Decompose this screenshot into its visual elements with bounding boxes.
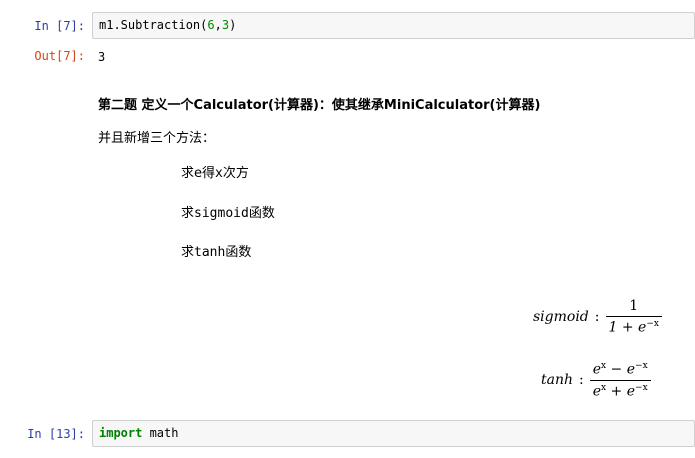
- method-item-tanh: 求tanh函数: [181, 241, 251, 260]
- code-cell-7[interactable]: m1.Subtraction(6,3): [92, 12, 695, 39]
- tanh-fraction: ex − e−x ex + e−x: [589, 361, 651, 400]
- den-base: e: [592, 383, 602, 400]
- den-text: 1 + e: [608, 319, 647, 336]
- method-text: 函数: [248, 206, 275, 221]
- formula-colon: :: [594, 308, 600, 325]
- code-text: ): [229, 18, 237, 32]
- den-operator: + e: [606, 383, 636, 400]
- method-code: x: [215, 166, 223, 181]
- num-operator: − e: [606, 361, 636, 378]
- code-text: ,: [214, 18, 222, 32]
- method-item-exp: 求e得x次方: [181, 162, 249, 181]
- markdown-intro: 并且新增三个方法：: [98, 131, 216, 146]
- markdown-heading: 第二题 定义一个Calculator(计算器)：使其继承MiniCalculat…: [98, 98, 541, 113]
- tanh-formula: tanh : ex − e−x ex + e−x: [541, 361, 651, 399]
- input-prompt-13: In [13]:: [27, 427, 85, 441]
- den-exponent: −x: [635, 382, 648, 393]
- output-prompt-7: Out[7]:: [34, 49, 85, 63]
- input-prompt-7: In [7]:: [34, 19, 85, 33]
- sigmoid-numerator: 1: [629, 298, 639, 314]
- output-value: 3: [98, 50, 106, 64]
- code-text: math: [142, 426, 179, 440]
- method-text: 函数: [225, 245, 252, 260]
- method-text: 次方: [222, 166, 249, 181]
- tanh-denominator: ex + e−x: [589, 379, 651, 400]
- code-keyword: import: [99, 426, 143, 440]
- method-text: 求: [181, 206, 195, 221]
- num-exponent: −x: [635, 361, 648, 371]
- formula-colon: :: [579, 372, 584, 389]
- sigmoid-fraction: 1 1 + e−x: [605, 298, 662, 336]
- tanh-numerator: ex − e−x: [590, 361, 651, 380]
- method-code: tanh: [194, 245, 226, 260]
- sigmoid-formula: sigmoid : 1 1 + e−x: [533, 298, 662, 336]
- code-cell-13[interactable]: import math: [92, 420, 695, 447]
- sigmoid-label: sigmoid: [533, 308, 589, 325]
- method-text: 求e得: [181, 166, 215, 181]
- method-code: sigmoid: [194, 206, 249, 221]
- method-text: 求: [181, 245, 195, 260]
- tanh-label: tanh: [541, 372, 574, 389]
- num-base: e: [592, 361, 602, 378]
- code-number: 3: [221, 18, 230, 32]
- method-item-sigmoid: 求sigmoid函数: [181, 202, 275, 221]
- code-number: 6: [207, 18, 215, 32]
- den-exponent: −x: [646, 319, 659, 329]
- sigmoid-denominator: 1 + e−x: [605, 316, 662, 336]
- code-text: m1.Subtraction(: [99, 18, 208, 32]
